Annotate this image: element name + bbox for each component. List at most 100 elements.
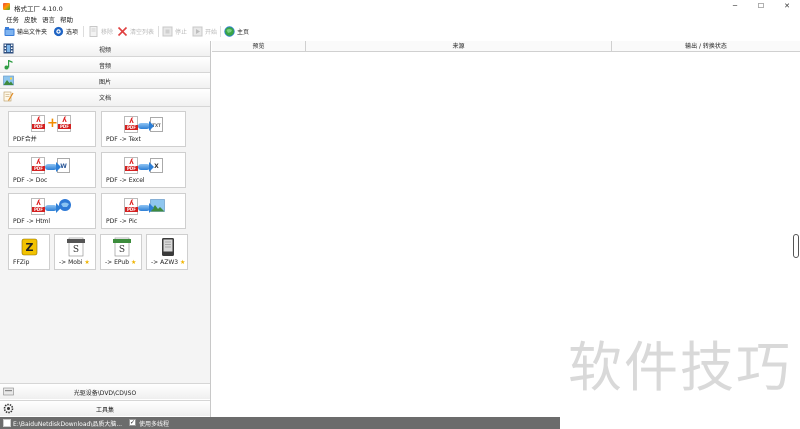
app-logo-icon	[3, 3, 10, 10]
toolbar-separator	[158, 26, 159, 37]
pdf-file-icon: ʎ PDF	[57, 115, 71, 132]
tool-pdf-to-text[interactable]: TXT ʎ PDF PDF -> Text	[101, 111, 186, 147]
pdf-tag: PDF	[32, 166, 45, 171]
tool-label-text: -> AZW3	[151, 259, 179, 266]
toolbar: 输出文件夹 选项 移除 清空列表 停止 开始 主页	[0, 23, 800, 40]
stop-label: 停止	[175, 28, 188, 36]
start-icon	[192, 26, 203, 36]
tool-label: PDF -> Text	[106, 136, 141, 143]
pdf-to-text-icon: TXT ʎ PDF	[124, 115, 168, 135]
category-document-label: 文档	[98, 95, 111, 102]
column-preview[interactable]: 预览	[212, 41, 306, 52]
tool-label: -> Mobi ★	[59, 259, 90, 266]
scrollbar-thumb[interactable]	[793, 234, 799, 258]
category-audio[interactable]: 音频	[0, 57, 210, 73]
title-bar: 格式工厂 4.10.0 ─ ☐ ✕	[0, 0, 800, 13]
pdf-file-icon: ʎ PDF	[31, 157, 45, 174]
tool-pdf-to-excel[interactable]: X ʎ PDF PDF -> Excel	[101, 152, 186, 188]
pdf-to-html-icon: ʎ PDF	[31, 197, 75, 217]
pdf-file-icon: ʎ PDF	[31, 115, 45, 132]
document-tools-panel: ʎ PDF + ʎ PDF PDF合并 TXT ʎ PDF PDF -> Text W	[0, 107, 210, 383]
convert-arrow-icon	[138, 203, 154, 213]
star-icon: ★	[84, 259, 90, 266]
category-toolbox[interactable]: 工具集	[0, 400, 210, 416]
maximize-button[interactable]: ☐	[748, 0, 774, 13]
app-window: 格式工厂 4.10.0 ─ ☐ ✕ 任务 皮肤 语言 帮助 输出文件夹 选项 移…	[0, 0, 800, 429]
homepage-label: 主页	[237, 28, 250, 36]
convert-arrow-icon	[45, 203, 61, 213]
pdf-to-pic-icon: ʎ PDF	[124, 197, 168, 217]
multithread-label: 使用多线程	[139, 421, 170, 428]
tool-pdf-to-doc[interactable]: W ʎ PDF PDF -> Doc	[8, 152, 96, 188]
pdf-file-icon: ʎ PDF	[124, 198, 138, 215]
options-gear-icon	[53, 26, 64, 36]
tool-pdf-to-pic[interactable]: ʎ PDF PDF -> Pic	[101, 193, 186, 229]
mobi-icon: S	[67, 237, 85, 257]
globe-icon	[224, 25, 235, 37]
tool-label: PDF合并	[13, 136, 37, 143]
svg-text:Z: Z	[26, 241, 34, 254]
category-toolbox-label: 工具集	[95, 407, 114, 414]
stop-icon	[162, 26, 173, 36]
pdf-tag: PDF	[125, 207, 138, 212]
tool-label: FFZip	[13, 259, 30, 266]
output-folder-icon[interactable]	[3, 419, 11, 427]
category-image[interactable]: 图片	[0, 73, 210, 89]
category-document[interactable]: 文档	[0, 89, 210, 107]
epub-icon: S	[113, 237, 131, 257]
output-folder-label: 输出文件夹	[17, 28, 48, 36]
ffzip-icon: Z	[21, 238, 38, 256]
tool-label: PDF -> Pic	[106, 218, 138, 225]
tool-label: -> AZW3 ★	[151, 259, 185, 266]
pdf-file-icon: ʎ PDF	[124, 116, 138, 133]
tool-pdf-to-html[interactable]: ʎ PDF PDF -> Html	[8, 193, 96, 229]
window-title: 格式工厂 4.10.0	[14, 5, 63, 13]
tool-label-text: -> EPub	[105, 259, 130, 266]
tool-label: PDF -> Doc	[13, 177, 48, 184]
category-video-label: 视频	[98, 47, 111, 54]
tool-to-mobi[interactable]: S -> Mobi ★	[54, 234, 96, 270]
tool-ffzip[interactable]: Z FFZip	[8, 234, 50, 270]
category-video[interactable]: 视频	[0, 41, 210, 57]
output-folder-button[interactable]: 输出文件夹	[4, 24, 47, 38]
homepage-button[interactable]: 主页	[224, 24, 249, 38]
folder-icon	[4, 26, 15, 36]
pdf-to-doc-icon: W ʎ PDF	[31, 156, 75, 176]
output-path[interactable]: E:\BaiduNetdiskDownload\品质大脑...	[13, 419, 122, 428]
azw3-icon	[162, 238, 174, 256]
column-source[interactable]: 来源	[306, 41, 612, 52]
convert-arrow-icon	[45, 162, 61, 172]
tool-to-epub[interactable]: S -> EPub ★	[100, 234, 142, 270]
pdf-tag: PDF	[125, 166, 138, 171]
clear-list-button[interactable]: 清空列表	[117, 24, 154, 38]
star-icon: ★	[130, 259, 137, 266]
close-button[interactable]: ✕	[774, 0, 800, 13]
clear-list-icon	[117, 26, 128, 36]
category-optical-drive[interactable]: 光驱设备\DVD\CD\ISO	[0, 383, 210, 399]
tool-pdf-merge[interactable]: ʎ PDF + ʎ PDF PDF合并	[8, 111, 96, 147]
start-label: 开始	[205, 28, 218, 36]
category-audio-label: 音频	[98, 63, 111, 70]
pdf-tag: PDF	[32, 124, 45, 129]
clear-list-label: 清空列表	[130, 28, 155, 36]
pdf-file-icon: ʎ PDF	[31, 198, 45, 215]
multithread-checkbox[interactable]: ✓	[129, 419, 136, 426]
options-button[interactable]: 选项	[53, 24, 78, 38]
start-button[interactable]: 开始	[192, 24, 217, 38]
menu-bar: 任务 皮肤 语言 帮助	[0, 13, 800, 24]
left-panel: 视频 音频 图片 文档 ʎ PDF + ʎ PDF PDF合并 TXT ʎ PD…	[0, 41, 211, 417]
category-optical-label: 光驱设备\DVD\CD\ISO	[73, 390, 137, 397]
minimize-button[interactable]: ─	[722, 0, 748, 13]
svg-text:S: S	[119, 245, 125, 255]
toolbar-separator	[83, 26, 84, 37]
tool-to-azw3[interactable]: -> AZW3 ★	[146, 234, 188, 270]
column-output-status[interactable]: 输出 / 转换状态	[612, 41, 800, 52]
watermark-text: 软件技巧	[568, 336, 792, 399]
star-icon: ★	[180, 259, 186, 266]
stop-button[interactable]: 停止	[162, 24, 187, 38]
remove-label: 移除	[101, 28, 114, 36]
remove-doc-icon	[89, 25, 98, 37]
remove-button[interactable]: 移除	[88, 24, 113, 38]
task-list-header: 预览 来源 输出 / 转换状态	[212, 41, 800, 52]
convert-arrow-icon	[138, 162, 154, 172]
